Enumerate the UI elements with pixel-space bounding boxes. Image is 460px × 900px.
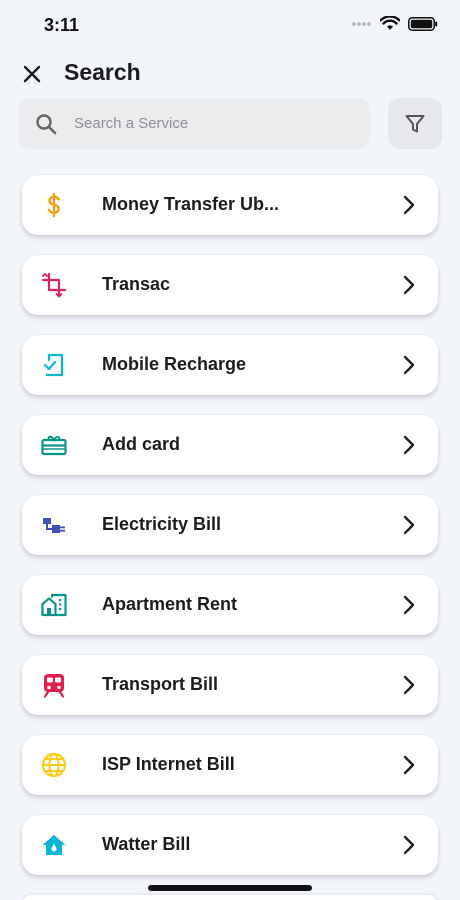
chevron-right-icon [403,595,415,615]
chevron-right-icon [403,355,415,375]
service-label: Electricity Bill [102,514,222,534]
service-label: Apartment Rent [102,594,238,614]
chevron-right-icon [403,835,415,855]
wifi-icon [380,16,400,30]
mobile-check-icon [43,353,64,377]
service-icon [40,831,68,859]
service-add-card[interactable]: Add card [22,415,438,475]
service-icon [40,591,68,619]
header: Search [0,52,460,96]
service-label: Transport Bill [102,674,219,694]
status-bar: 3:11 [0,0,460,50]
plug-icon [43,518,65,533]
status-icons [352,16,438,31]
search-icon [36,113,57,134]
service-item-partial[interactable] [22,895,438,900]
crop-icon [41,272,67,298]
train-icon [43,674,65,698]
chevron-right-icon [403,195,415,215]
dollar-icon [47,192,61,218]
service-icon [40,671,68,699]
service-label: ISP Internet Bill [102,754,235,774]
chevron-right-icon [403,275,415,295]
status-time: 3:11 [44,15,80,35]
service-label: Money Transfer Ub... [102,194,280,214]
search-input[interactable] [74,115,334,132]
service-label: Transac [102,274,171,294]
filter-button[interactable] [388,98,442,149]
filter-icon [405,114,425,132]
home-indicator [148,885,312,891]
service-icon [40,431,68,459]
search-box[interactable] [18,98,370,149]
service-transac[interactable]: Transac [22,255,438,315]
service-icon [40,271,68,299]
battery-icon [408,16,438,31]
service-icon [40,511,68,539]
service-label: Add card [102,434,181,454]
service-apartment-rent[interactable]: Apartment Rent [22,575,438,635]
service-label: Mobile Recharge [102,354,247,374]
service-electricity-bill[interactable]: Electricity Bill [22,495,438,555]
chevron-right-icon [403,515,415,535]
service-icon [40,351,68,379]
globe-icon [41,752,67,778]
service-watter-bill[interactable]: Watter Bill [22,815,438,875]
service-mobile-recharge[interactable]: Mobile Recharge [22,335,438,395]
chevron-right-icon [403,675,415,695]
chevron-right-icon [403,755,415,775]
gift-card-icon [41,435,67,456]
chevron-right-icon [403,435,415,455]
service-label: Watter Bill [102,834,191,854]
service-money-transfer[interactable]: Money Transfer Ub... [22,175,438,235]
page-title: Search [64,59,141,85]
service-transport-bill[interactable]: Transport Bill [22,655,438,715]
service-isp-internet-bill[interactable]: ISP Internet Bill [22,735,438,795]
close-icon [23,65,41,83]
service-list: Money Transfer Ub... Transac Mobile Rech… [22,175,438,895]
apartment-icon [41,593,67,617]
signal-icon [352,21,371,26]
close-button[interactable] [18,60,46,88]
service-icon [40,751,68,779]
water-house-icon [42,835,66,855]
service-icon [40,191,68,219]
